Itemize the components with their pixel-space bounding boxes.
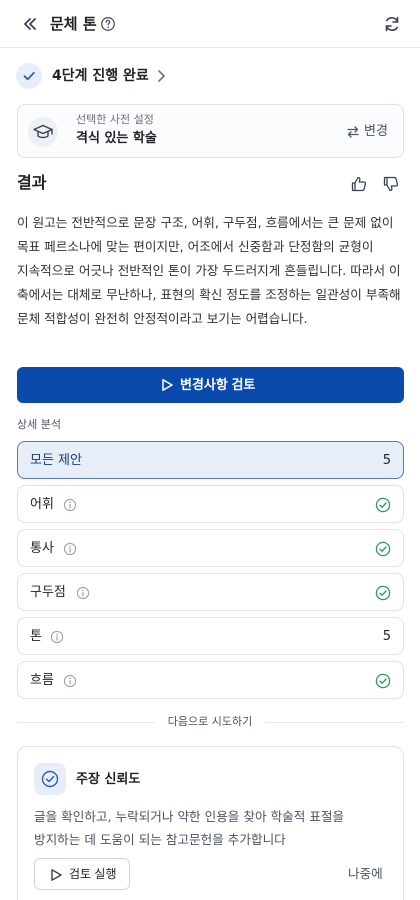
double-chevron-left-icon[interactable] [20, 14, 40, 34]
review-changes-label: 변경사항 검토 [180, 377, 256, 392]
panel-title: 문체 톤 [50, 15, 97, 33]
claim-reliability-card: 주장 신뢰도 글을 확인하고, 누락되거나 약한 인용을 찾아 학술적 표절을 … [17, 746, 404, 900]
info-icon[interactable] [63, 542, 77, 556]
divider-line-right [265, 722, 404, 723]
graduation-cap-icon [28, 117, 58, 147]
category-punctuation[interactable]: 구두점 [17, 573, 404, 611]
category-name: 어휘 [30, 497, 54, 512]
thumbs-up-icon[interactable] [350, 175, 368, 193]
category-name: 흐름 [30, 673, 54, 688]
thumbs-down-icon[interactable] [382, 175, 400, 193]
check-icon [16, 63, 42, 89]
result-title: 결과 [17, 173, 47, 192]
detail-section-label: 상세 분석 [17, 418, 61, 431]
question-circle-icon[interactable] [100, 16, 116, 32]
category-vocabulary[interactable]: 어휘 [17, 485, 404, 523]
play-icon [162, 379, 173, 391]
badge-check-icon [34, 763, 66, 795]
play-icon [51, 869, 62, 881]
suggestion-description: 글을 확인하고, 누락되거나 약한 인용을 찾아 학술적 표절을 방지하는 데 … [34, 809, 345, 847]
preset-subtitle: 선택한 사전 설정 [76, 113, 154, 126]
category-count: 5 [382, 453, 391, 468]
preset-name: 격식 있는 학술 [76, 131, 157, 146]
change-preset-button[interactable]: 변경 [346, 122, 398, 142]
category-flow[interactable]: 흐름 [17, 661, 404, 699]
result-summary-text: 이 원고는 전반적으로 문장 구조, 어휘, 구두점, 흐름에서는 큰 문제 없… [17, 215, 401, 326]
check-circle-icon [375, 541, 391, 557]
panel-header: 문체 톤 [0, 0, 420, 48]
swap-arrows-icon [347, 126, 359, 138]
check-circle-icon [375, 673, 391, 689]
step-progress-row[interactable]: 4단계 진행 완료 [16, 60, 406, 92]
category-name: 모든 제안 [30, 453, 82, 468]
review-changes-button[interactable]: 변경사항 검토 [17, 367, 404, 403]
step-progress-label: 4단계 진행 완료 [52, 68, 149, 84]
info-icon[interactable] [63, 498, 77, 512]
run-review-button[interactable]: 검토 실행 [34, 858, 130, 890]
category-syntax[interactable]: 통사 [17, 529, 404, 567]
check-circle-icon [375, 585, 391, 601]
check-circle-icon [375, 497, 391, 513]
refresh-icon[interactable] [382, 14, 402, 34]
info-icon[interactable] [50, 630, 64, 644]
category-all-suggestions[interactable]: 모든 제안 5 [17, 441, 404, 479]
run-review-label: 검토 실행 [69, 867, 117, 881]
info-icon[interactable] [76, 586, 90, 600]
change-preset-label: 변경 [364, 124, 388, 139]
later-button[interactable]: 나중에 [348, 865, 383, 883]
suggestion-title: 주장 신뢰도 [76, 772, 141, 787]
chevron-right-icon [158, 70, 165, 82]
category-count: 5 [382, 629, 391, 644]
preset-card: 선택한 사전 설정 격식 있는 학술 변경 [17, 104, 404, 158]
category-tone[interactable]: 톤 5 [17, 617, 404, 655]
category-name: 톤 [30, 629, 42, 644]
category-name: 통사 [30, 541, 54, 556]
info-icon[interactable] [63, 674, 77, 688]
category-name: 구두점 [30, 585, 66, 600]
